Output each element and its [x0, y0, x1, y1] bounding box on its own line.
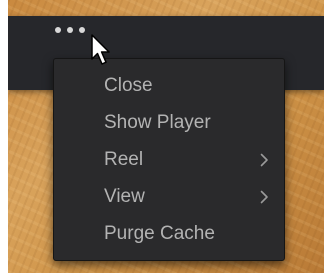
more-dots-icon: [79, 27, 85, 33]
menu-item-label: Reel: [104, 149, 144, 170]
menu-item-label: View: [104, 186, 145, 207]
menu-item-label: Close: [104, 75, 153, 96]
more-options-button[interactable]: [55, 27, 85, 33]
menu-item-show-player[interactable]: Show Player: [54, 104, 284, 141]
media-panel: Close Show Player Reel View Purge Cache: [8, 0, 324, 273]
chevron-right-icon: [258, 178, 270, 215]
menu-item-label: Purge Cache: [104, 223, 215, 244]
options-menu: Close Show Player Reel View Purge Cache: [53, 58, 285, 261]
menu-item-purge-cache[interactable]: Purge Cache: [54, 215, 284, 252]
menu-item-reel[interactable]: Reel: [54, 141, 284, 178]
menu-item-label: Show Player: [104, 112, 211, 133]
menu-item-close[interactable]: Close: [54, 67, 284, 104]
menu-item-view[interactable]: View: [54, 178, 284, 215]
mouse-pointer-icon: [91, 34, 110, 65]
more-dots-icon: [55, 27, 61, 33]
more-dots-icon: [67, 27, 73, 33]
chevron-right-icon: [258, 141, 270, 178]
